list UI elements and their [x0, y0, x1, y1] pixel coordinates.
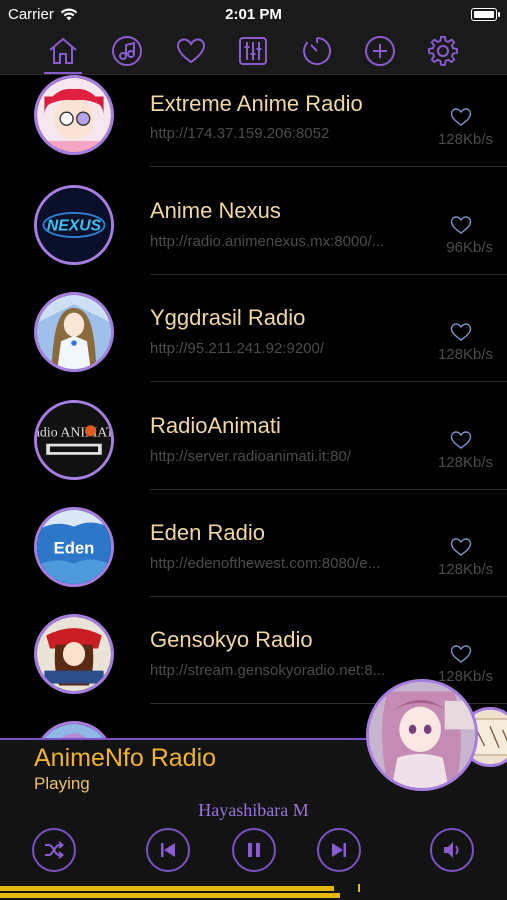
station-row[interactable]: Eden Eden Radio http://edenofthewest.com… — [0, 505, 507, 612]
playback-status: Playing — [34, 774, 90, 793]
gear-icon — [428, 35, 458, 66]
station-url: http://stream.gensokyoradio.net:8... — [150, 662, 386, 679]
row-divider — [150, 489, 507, 490]
bitrate: 128Kb/s — [437, 561, 493, 578]
timer-tab[interactable] — [300, 34, 334, 68]
station-name: Yggdrasil Radio — [150, 305, 306, 330]
station-list[interactable]: Extreme Anime Radio http://174.37.159.20… — [0, 75, 507, 738]
audio-level-meter — [0, 886, 334, 891]
station-logo: NEXUS — [34, 185, 114, 265]
now-playing-title: AnimeNfo Radio — [34, 744, 217, 772]
nexus-logo-text: NEXUS — [47, 218, 102, 235]
station-logo — [34, 614, 114, 694]
row-divider — [150, 274, 507, 275]
album-art — [366, 679, 478, 791]
station-logo: radio ANIMATI — [34, 400, 114, 480]
equalizer-tab[interactable] — [236, 34, 270, 68]
station-url: http://radio.animenexus.mx:8000/... — [150, 233, 385, 250]
station-logo — [34, 721, 114, 738]
station-row[interactable]: radio ANIMATI RadioAnimati http://server… — [0, 398, 507, 505]
music-tab[interactable] — [110, 34, 144, 68]
music-note-icon — [112, 36, 142, 66]
now-playing-artist: Hayashibara M — [198, 800, 309, 820]
station-name: Eden Radio — [150, 520, 265, 545]
station-row[interactable]: Yggdrasil Radio http://95.211.241.92:920… — [0, 290, 507, 397]
station-url: http://95.211.241.92:9200/ — [150, 340, 325, 357]
pause-button[interactable] — [232, 828, 276, 872]
bitrate: 128Kb/s — [437, 454, 493, 471]
timer-icon — [303, 36, 332, 65]
previous-icon — [161, 843, 175, 857]
clock: 2:01 PM — [225, 6, 282, 23]
row-divider — [150, 596, 507, 597]
favorite-heart-icon[interactable] — [450, 215, 472, 235]
audio-level-meter — [0, 893, 340, 898]
pause-icon — [248, 843, 260, 857]
add-icon — [365, 36, 395, 66]
battery-icon — [471, 8, 500, 21]
station-name: Anime Nexus — [150, 198, 281, 223]
volume-button[interactable] — [430, 828, 474, 872]
station-row[interactable]: NEXUS Anime Nexus http://radio.animenexu… — [0, 183, 507, 290]
row-divider — [150, 381, 507, 382]
settings-tab[interactable] — [426, 34, 460, 68]
bitrate: 128Kb/s — [437, 131, 493, 148]
peak-marker — [358, 884, 360, 892]
station-logo — [34, 75, 114, 155]
favorite-heart-icon[interactable] — [450, 107, 472, 127]
bitrate: 96Kb/s — [446, 239, 493, 256]
eden-logo-text: Eden — [54, 538, 95, 557]
favorite-heart-icon[interactable] — [450, 537, 472, 557]
heart-icon — [176, 38, 206, 64]
next-button[interactable] — [317, 828, 361, 872]
equalizer-icon — [239, 37, 267, 65]
station-logo — [34, 292, 114, 372]
station-name: RadioAnimati — [150, 413, 281, 438]
favorites-tab[interactable] — [174, 34, 208, 68]
shuffle-icon — [45, 841, 65, 859]
home-tab[interactable] — [46, 34, 80, 68]
row-divider — [150, 166, 507, 167]
station-name: Gensokyo Radio — [150, 627, 313, 652]
bitrate: 128Kb/s — [437, 346, 493, 363]
favorite-heart-icon[interactable] — [450, 322, 472, 342]
station-url: http://edenofthewest.com:8080/e... — [150, 555, 381, 572]
shuffle-button[interactable] — [32, 828, 76, 872]
top-navigation — [0, 28, 507, 75]
favorite-heart-icon[interactable] — [450, 644, 472, 664]
speaker-icon — [444, 842, 459, 858]
station-name: Extreme Anime Radio — [150, 91, 363, 116]
station-url: http://server.radioanimati.it:80/ — [150, 448, 351, 465]
next-icon — [332, 843, 346, 857]
previous-button[interactable] — [146, 828, 190, 872]
radioanimati-logo-text: radio ANIMATI — [37, 425, 111, 440]
add-station-tab[interactable] — [363, 34, 397, 68]
station-url: http://174.37.159.206:8052 — [150, 125, 330, 142]
favorite-heart-icon[interactable] — [450, 430, 472, 450]
station-logo: Eden — [34, 507, 114, 587]
active-tab-indicator — [44, 72, 82, 74]
station-row[interactable]: Extreme Anime Radio http://174.37.159.20… — [0, 75, 507, 182]
home-icon — [49, 37, 77, 64]
status-bar: Carrier 2:01 PM — [0, 0, 507, 28]
